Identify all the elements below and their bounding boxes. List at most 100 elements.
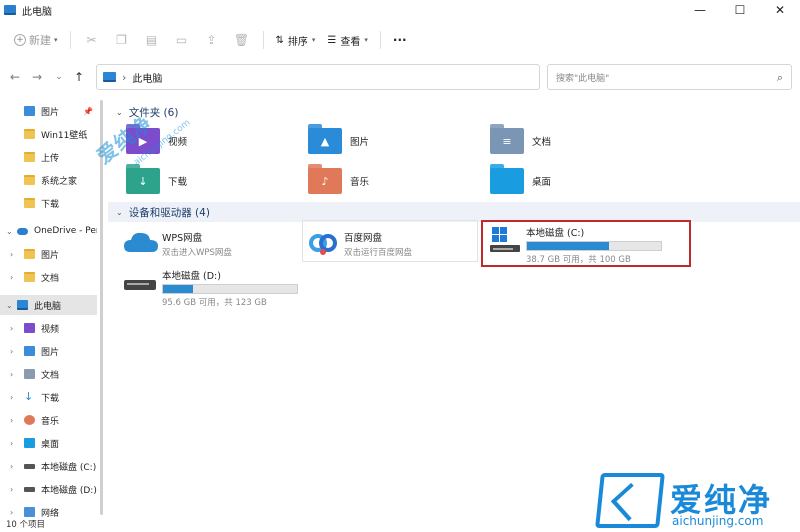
sidebar-item-drive-c[interactable]: › 本地磁盘 (C:) (0, 456, 97, 476)
group-header-folders[interactable]: ⌄ 文件夹 (6) (108, 102, 800, 122)
folder-icon (24, 152, 35, 162)
chevron-down-icon: ▾ (311, 36, 316, 44)
pictures-icon (24, 346, 35, 356)
folder-tile-downloads[interactable]: ↓ 下载 (126, 164, 187, 194)
rename-icon: ▭ (175, 33, 188, 47)
sidebar-item-onedrive-pictures[interactable]: › 图片 (0, 244, 97, 264)
rename-button[interactable]: ▭ (167, 28, 197, 52)
sidebar-item-label: 下载 (41, 199, 60, 210)
cloud-icon (124, 232, 158, 252)
sidebar-item-xitongzhijia[interactable]: 系统之家 (0, 170, 97, 190)
more-options-button[interactable]: ··· (387, 33, 413, 47)
watermark-logo: 爱纯净 aichunjing.com (595, 473, 798, 530)
sort-button[interactable]: ⇅ 排序 ▾ (270, 33, 322, 48)
baidu-netdisk-icon (309, 234, 337, 255)
view-label: 查看 (340, 36, 361, 48)
network-icon (24, 507, 35, 517)
sidebar-item-downloads-quick[interactable]: 下载 (0, 193, 97, 213)
device-name: WPS网盘 (162, 233, 203, 244)
device-baidu-drive[interactable]: 百度网盘 双击运行百度网盘 (308, 230, 412, 258)
share-icon: ⇪ (206, 33, 217, 47)
group-title: 设备和驱动器 (4) (128, 206, 210, 219)
folder-tile-documents[interactable]: ≡ 文档 (490, 124, 552, 154)
sidebar-item-documents[interactable]: › 文档 (0, 364, 97, 384)
share-button[interactable]: ⇪ (197, 28, 227, 52)
folder-tile-desktop[interactable]: 桌面 (490, 164, 551, 194)
sidebar-item-label: 本地磁盘 (C:) (41, 462, 97, 473)
back-button[interactable]: ← (6, 68, 24, 86)
folder-icon (24, 175, 35, 185)
sidebar-item-downloads[interactable]: › ↓ 下载 (0, 387, 97, 407)
sidebar-item-label: 文档 (41, 273, 60, 284)
paste-button[interactable]: ▤ (137, 28, 167, 52)
sidebar-item-label: 音乐 (41, 416, 60, 427)
sidebar-item-desktop[interactable]: › 桌面 (0, 433, 97, 453)
device-wps-drive[interactable]: WPS网盘 双击进入WPS网盘 (124, 230, 232, 258)
sidebar-item-label: 视频 (41, 324, 60, 335)
cloud-icon (17, 227, 28, 235)
group-header-devices[interactable]: ⌄ 设备和驱动器 (4) (108, 202, 800, 222)
view-icon: ☰ (327, 34, 337, 46)
folder-icon (24, 249, 35, 259)
chevron-right-icon: › (10, 272, 14, 282)
close-button[interactable]: ✕ (760, 0, 800, 20)
documents-icon (24, 369, 35, 379)
chevron-down-icon: ⌄ (6, 226, 13, 236)
chevron-right-icon: › (10, 484, 14, 494)
chevron-down-icon: ▾ (54, 36, 58, 44)
new-button[interactable]: + 新建 ▾ (8, 32, 64, 48)
video-icon (24, 323, 35, 333)
folder-tile-music[interactable]: ♪ 音乐 (308, 164, 369, 194)
sidebar-item-label: 网络 (41, 508, 60, 519)
sidebar-item-pictures-quick[interactable]: 图片 📌 (0, 101, 97, 121)
trash-icon: 🗑 (233, 33, 250, 47)
chevron-down-icon: ▾ (364, 36, 368, 44)
address-bar[interactable]: › 此电脑 (96, 64, 540, 90)
navigation-pane: 图片 📌 Win11壁纸 上传 系统之家 下载 ⌄ OneDrive - Per… (0, 98, 97, 518)
highlight-box (481, 220, 691, 267)
status-bar: 10 个项目 (6, 520, 46, 530)
sidebar-item-label: OneDrive - Pers (34, 226, 97, 236)
music-icon (24, 415, 35, 425)
folder-tile-pictures[interactable]: ▲ 图片 (308, 124, 369, 154)
sidebar-item-onedrive-documents[interactable]: › 文档 (0, 267, 97, 287)
device-drive-d[interactable]: 本地磁盘 (D:) 95.6 GB 可用，共 123 GB (124, 268, 298, 308)
search-input[interactable]: 搜索"此电脑" ⌕ (547, 64, 792, 90)
recent-locations-button[interactable]: ⌄ (50, 68, 68, 86)
toolbar-divider (379, 31, 381, 49)
sidebar-item-onedrive[interactable]: ⌄ OneDrive - Pers (0, 221, 97, 241)
view-button[interactable]: ☰ 查看 ▾ (321, 33, 373, 48)
sidebar-item-win11-wallpaper[interactable]: Win11壁纸 (0, 124, 97, 144)
window-title: 此电脑 (22, 6, 52, 18)
sidebar-item-videos[interactable]: › 视频 (0, 318, 97, 338)
sidebar-item-drive-d[interactable]: › 本地磁盘 (D:) (0, 479, 97, 499)
delete-button[interactable]: 🗑 (227, 28, 257, 52)
pictures-folder-icon: ▲ (308, 124, 342, 154)
sidebar-item-label: 此电脑 (34, 301, 62, 312)
drive-d-usage-bar (162, 284, 298, 294)
this-pc-icon (4, 5, 16, 15)
minimize-button[interactable]: — (680, 0, 720, 20)
sidebar-item-label: 桌面 (41, 439, 60, 450)
drive-icon (24, 486, 35, 492)
navigation-row: ← → ⌄ ↑ › 此电脑 搜索"此电脑" ⌕ (0, 64, 800, 90)
forward-button[interactable]: → (28, 68, 46, 86)
folder-label: 文档 (532, 137, 552, 148)
chevron-right-icon: › (10, 415, 14, 425)
sidebar-item-label: 文档 (41, 370, 60, 381)
search-placeholder: 搜索"此电脑" (556, 73, 610, 84)
maximize-button[interactable]: ☐ (720, 0, 760, 20)
more-icon: ··· (392, 33, 407, 47)
sidebar-item-upload[interactable]: 上传 (0, 147, 97, 167)
cut-button[interactable]: ✂ (77, 28, 107, 52)
copy-button[interactable]: ❐ (107, 28, 137, 52)
cut-icon: ✂ (86, 33, 97, 47)
sidebar-item-music[interactable]: › 音乐 (0, 410, 97, 430)
search-icon: ⌕ (776, 71, 783, 84)
breadcrumb-this-pc[interactable]: 此电脑 (132, 70, 162, 85)
sidebar-item-pictures[interactable]: › 图片 (0, 341, 97, 361)
sidebar-item-this-pc[interactable]: ⌄ 此电脑 (0, 295, 97, 315)
content-pane: ⌄ 文件夹 (6) ▶ 视频 ▲ 图片 ≡ 文档 ↓ 下载 ♪ 音乐 桌面 ⌄ … (108, 98, 800, 518)
up-button[interactable]: ↑ (70, 68, 88, 86)
sidebar-item-network[interactable]: › 网络 (0, 502, 97, 518)
